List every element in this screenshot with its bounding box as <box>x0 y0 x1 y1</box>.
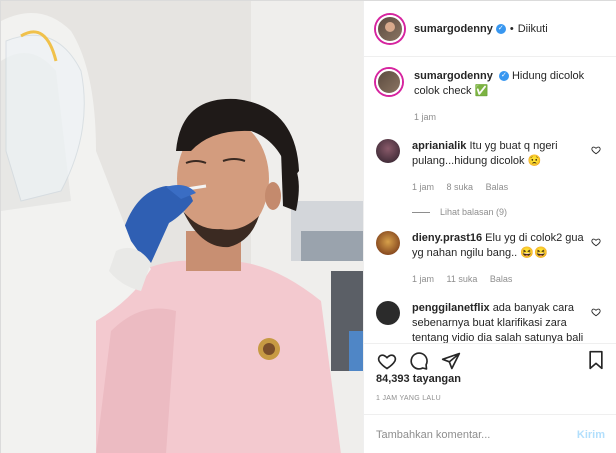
heart-icon[interactable] <box>591 145 601 155</box>
caption: sumargodenny ✓ Hidung dicolok colok chec… <box>364 69 616 125</box>
add-comment-bar: Kirim <box>364 414 616 453</box>
video-frame <box>1 1 363 453</box>
verified-icon: ✓ <box>498 71 509 82</box>
comments-list[interactable]: sumargodenny ✓ Hidung dicolok colok chec… <box>364 57 616 343</box>
share-button[interactable] <box>440 350 462 372</box>
caption-meta: 1 jam <box>414 110 587 125</box>
comment-meta: 1 jam 11 suka Balas <box>412 272 587 287</box>
save-button[interactable] <box>587 350 605 373</box>
comment-meta: 1 jam 8 suka Balas <box>412 180 587 195</box>
comment-button[interactable] <box>408 350 430 372</box>
comment-input[interactable] <box>376 428 577 441</box>
comment-username[interactable]: aprianialik <box>412 140 466 152</box>
comment-username[interactable]: dieny.prast16 <box>412 232 482 244</box>
header-username[interactable]: sumargodenny <box>414 23 493 35</box>
comment-body: penggilanetflix ada banyak cara sebenarn… <box>412 301 605 343</box>
comment-item: aprianialik Itu yg buat q ngeri pulang..… <box>364 139 616 195</box>
comment-avatar[interactable] <box>376 301 400 325</box>
reply-button[interactable]: Balas <box>490 274 513 284</box>
comment-body: aprianialik Itu yg buat q ngeri pulang..… <box>412 139 605 195</box>
comment-avatar[interactable] <box>376 231 400 255</box>
caption-avatar[interactable] <box>376 69 402 95</box>
like-button[interactable] <box>376 350 398 372</box>
heart-icon[interactable] <box>591 307 601 317</box>
laughing-emoji-icon: 😆😆 <box>520 247 548 259</box>
follow-status[interactable]: Diikuti <box>518 23 548 35</box>
reply-button[interactable]: Balas <box>486 182 509 192</box>
heart-icon <box>377 354 397 370</box>
post-modal: sumargodenny ✓ • Diikuti sumargodenny ✓ … <box>0 0 616 453</box>
bookmark-icon <box>589 350 603 370</box>
worried-emoji-icon: 😟 <box>527 155 542 167</box>
comment-likes[interactable]: 8 suka <box>447 182 474 192</box>
view-replies-button[interactable]: Lihat balasan (9) <box>412 207 616 217</box>
view-count[interactable]: 84,393 tayangan <box>376 373 461 385</box>
verified-icon: ✓ <box>495 23 506 34</box>
share-icon <box>441 352 461 370</box>
heart-icon[interactable] <box>591 237 601 247</box>
post-sidebar: sumargodenny ✓ • Diikuti sumargodenny ✓ … <box>363 1 616 453</box>
caption-body: sumargodenny ✓ Hidung dicolok colok chec… <box>414 69 605 125</box>
post-video[interactable] <box>1 1 363 453</box>
comment-body: dieny.prast16 Elu yg di colok2 gua yg na… <box>412 231 605 287</box>
header-separator: • <box>509 22 514 35</box>
comment-icon <box>410 352 428 370</box>
action-bar <box>364 343 616 373</box>
comment-time[interactable]: 1 jam <box>412 274 434 284</box>
check-emoji-icon: ✅ <box>474 85 489 97</box>
header-user: sumargodenny ✓ • Diikuti <box>414 23 548 35</box>
post-timestamp[interactable]: 1 JAM YANG LALU <box>376 395 441 402</box>
comment-time[interactable]: 1 jam <box>412 182 434 192</box>
post-header: sumargodenny ✓ • Diikuti <box>364 1 616 57</box>
comment-likes[interactable]: 11 suka <box>447 274 478 284</box>
caption-time[interactable]: 1 jam <box>414 112 436 122</box>
caption-username[interactable]: sumargodenny <box>414 70 493 82</box>
comment-item: dieny.prast16 Elu yg di colok2 gua yg na… <box>364 231 616 287</box>
comment-item: penggilanetflix ada banyak cara sebenarn… <box>364 301 616 343</box>
comment-avatar[interactable] <box>376 139 400 163</box>
avatar[interactable] <box>376 14 404 43</box>
post-comment-button[interactable]: Kirim <box>577 429 605 441</box>
comment-username[interactable]: penggilanetflix <box>412 302 490 314</box>
